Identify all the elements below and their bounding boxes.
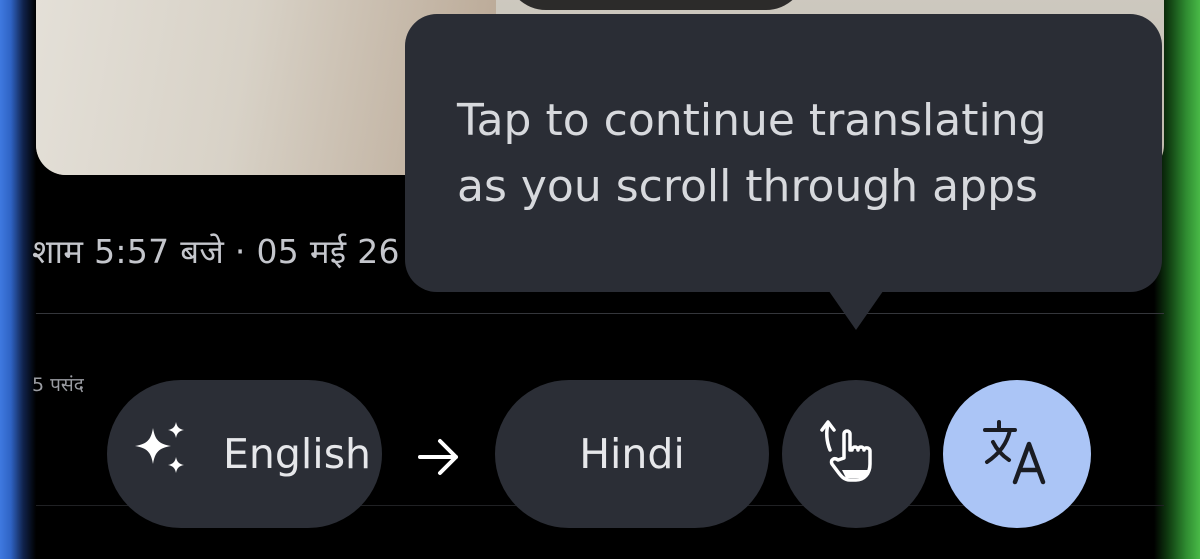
- likes-count[interactable]: 5 पसंद: [32, 371, 84, 397]
- translate-icon: [979, 414, 1055, 494]
- source-language-button[interactable]: English: [107, 380, 382, 528]
- divider: [36, 313, 1164, 314]
- tooltip-line-1: Tap to continue translating: [457, 95, 1047, 146]
- target-language-label: Hindi: [579, 430, 685, 478]
- source-language-label: English: [223, 430, 372, 478]
- tooltip-line-2: as you scroll through apps: [457, 161, 1038, 212]
- sparkle-icon: [131, 420, 189, 488]
- app-screen: शाम 5:57 बजे · 05 मई 26 5 पसंद Tap to co…: [0, 0, 1200, 559]
- translate-button[interactable]: [943, 380, 1091, 528]
- arrow-right-icon: [414, 432, 464, 482]
- post-timestamp: शाम 5:57 बजे · 05 मई 26: [32, 232, 400, 271]
- target-language-button[interactable]: Hindi: [495, 380, 769, 528]
- scroll-gesture-icon: [816, 412, 896, 496]
- tooltip-pointer: [824, 284, 888, 330]
- translate-tooltip: Tap to continue translating as you scrol…: [405, 14, 1162, 292]
- scroll-translate-button[interactable]: [782, 380, 930, 528]
